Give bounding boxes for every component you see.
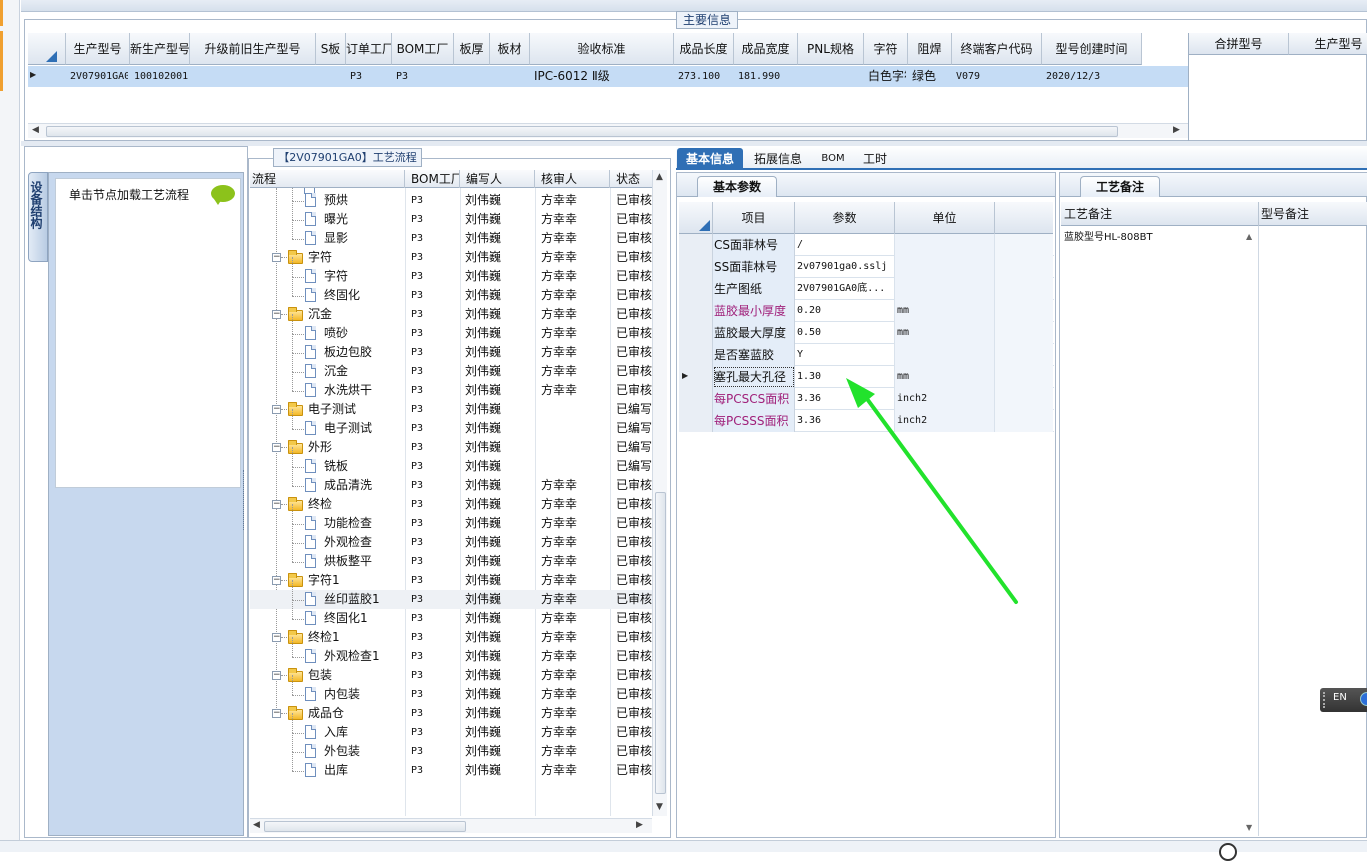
annotation-arrow bbox=[846, 378, 1018, 604]
